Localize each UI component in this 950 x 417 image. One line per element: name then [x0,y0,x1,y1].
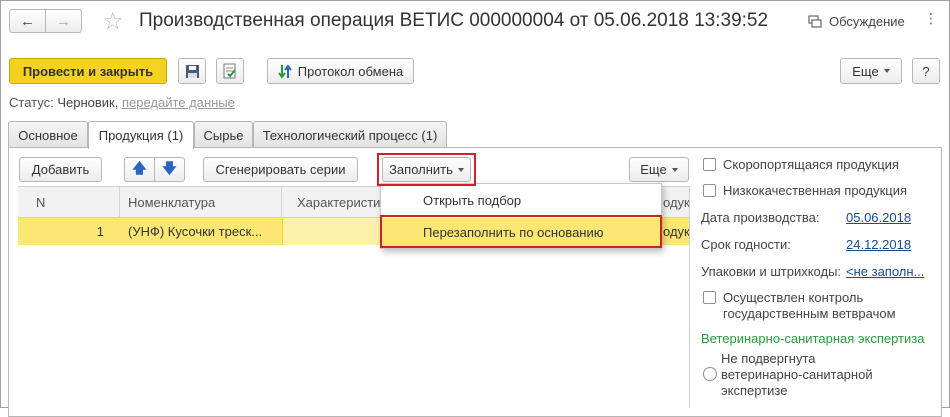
vet-control-checkbox[interactable] [703,291,716,304]
help-label: ? [922,63,930,79]
vet-control-label-line2: государственным ветврачом [723,306,896,321]
chevron-down-icon [883,69,890,73]
window-menu-icon[interactable]: ⋮ [924,10,938,27]
forward-button[interactable]: → [45,9,82,33]
move-down-button[interactable]: 🡇 [154,157,185,182]
discussion-icon [808,14,822,28]
tab-main-label: Основное [18,127,78,143]
add-label: Добавить [31,162,90,177]
tab-main[interactable]: Основное [8,121,88,148]
move-up-button[interactable]: 🡅 [124,157,155,182]
not-subjected-label-line3: экспертизе [721,383,788,398]
post-document-icon [223,63,236,79]
production-date-link[interactable]: 05.06.2018 [846,210,911,225]
more-button[interactable]: Еще [840,58,902,84]
status-value: Черновик, [57,95,119,110]
column-header-n[interactable]: N [18,187,120,218]
exchange-log-label: Протокол обмена [297,63,404,79]
menu-item-open-selection[interactable]: Открыть подбор [381,186,661,216]
tab-raw-materials[interactable]: Сырье [194,121,253,148]
post-and-close-button[interactable]: Провести и закрыть [9,58,167,84]
fill-dropdown-menu: Открыть подбор Перезаполнить по основани… [380,183,662,249]
expiry-date-link[interactable]: 24.12.2018 [846,237,911,252]
expertise-section-header: Ветеринарно-санитарная экспертиза [701,331,925,346]
arrow-down-icon: 🡇 [162,159,177,176]
not-subjected-label-line1: Не подвергнута [721,351,816,366]
products-more-label: Еще [640,162,667,177]
discussion-link[interactable]: Обсуждение [808,14,905,29]
chevron-down-icon [457,167,464,172]
arrow-left-icon: ← [20,12,35,30]
expiry-label: Срок годности: [701,237,791,252]
add-button[interactable]: Добавить [19,157,102,182]
table-divider [689,186,690,408]
status-link[interactable]: передайте данные [122,95,235,110]
post-document-button[interactable] [216,58,244,84]
not-subjected-label-line2: ветеринарно-санитарной [721,367,873,382]
cell-product-tail: одук [663,224,689,239]
fill-button[interactable]: Заполнить [382,157,471,182]
cell-nomenclature: (УНФ) Кусочки треск... [128,224,263,239]
generate-series-label: Сгенерировать серии [215,162,346,177]
generate-series-button[interactable]: Сгенерировать серии [203,157,358,182]
exchange-log-button[interactable]: Протокол обмена [267,58,414,84]
vet-control-label-line1: Осуществлен контроль [723,290,864,305]
cell-characteristic [282,218,382,245]
floppy-disk-icon [185,64,199,78]
post-and-close-label: Провести и закрыть [22,63,154,79]
cell-n: 1 [96,224,104,239]
column-header-product[interactable]: одукци [661,187,689,218]
perishable-checkbox[interactable] [703,158,716,171]
tab-tech-process[interactable]: Технологический процесс (1) [253,121,447,148]
low-quality-label: Низкокачественная продукция [723,183,908,198]
status-prefix: Статус: [9,95,54,110]
tab-products[interactable]: Продукция (1) [88,121,194,149]
fill-label: Заполнить [389,162,453,177]
discussion-label: Обсуждение [829,14,905,29]
tab-products-label: Продукция (1) [98,128,184,143]
products-more-button[interactable]: Еще [629,157,689,182]
help-button[interactable]: ? [912,58,940,84]
star-icon[interactable]: ☆ [102,7,124,36]
perishable-label: Скоропортящаяся продукция [723,157,899,172]
tab-raw-materials-label: Сырье [203,127,244,143]
production-date-label: Дата производства: [701,210,820,225]
more-label: Еще [852,63,879,79]
exchange-arrows-icon [277,63,292,79]
save-button[interactable] [178,58,206,84]
not-subjected-radio[interactable] [703,367,717,381]
column-header-characteristic[interactable]: Характеристи [282,187,382,218]
packages-label: Упаковки и штрихкоды: [701,264,842,279]
low-quality-checkbox[interactable] [703,184,716,197]
chevron-down-icon [671,167,678,172]
status-line: Статус: Черновик, передайте данные [9,95,235,110]
packages-link[interactable]: <не заполн... [846,264,924,279]
page-title: Производственная операция ВЕТИС 00000000… [139,10,769,31]
tab-tech-process-label: Технологический процесс (1) [262,127,438,143]
back-button[interactable]: ← [9,9,46,33]
menu-item-refill-by-basis[interactable]: Перезаполнить по основанию [381,218,661,248]
column-header-nomenclature[interactable]: Номенклатура [120,187,282,218]
arrow-up-icon: 🡅 [132,159,147,176]
arrow-right-icon: → [56,12,71,30]
